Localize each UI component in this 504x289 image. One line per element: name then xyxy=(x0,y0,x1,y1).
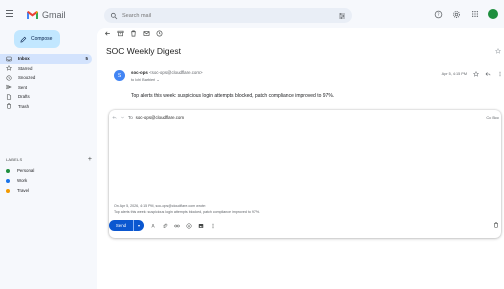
svg-text:?: ? xyxy=(437,12,439,17)
sidebar-item-label: Starred xyxy=(18,65,33,71)
sidebar-item-trash[interactable]: Trash xyxy=(0,102,92,112)
sidebar-item-label: Inbox xyxy=(18,56,30,62)
to-prefix: To xyxy=(128,115,133,120)
star-icon[interactable] xyxy=(473,71,479,77)
gmail-m-icon xyxy=(27,11,38,19)
search-bar[interactable] xyxy=(104,8,352,23)
print-icon[interactable] xyxy=(495,48,501,54)
label-name: Personal xyxy=(17,168,35,173)
sidebar-item-label: Drafts xyxy=(18,94,30,100)
label-name: Work xyxy=(17,178,28,183)
inbox-icon xyxy=(6,56,12,62)
send-label: Send xyxy=(115,223,127,228)
labels-heading: LABELS xyxy=(6,157,23,162)
sidebar-item-drafts[interactable]: Drafts xyxy=(0,92,92,102)
message-date: Apr 5, 4:15 PM xyxy=(441,72,467,76)
message-meta: Apr 5, 4:15 PM xyxy=(442,71,503,77)
message-subject: SOC Weekly Digest xyxy=(106,46,181,56)
sender-name: soc-ops xyxy=(131,70,148,75)
send-icon xyxy=(6,84,12,90)
gmail-logo[interactable]: Gmail xyxy=(26,10,66,20)
sidebar-item-label: Sent xyxy=(18,84,28,90)
sender-avatar[interactable]: S xyxy=(114,70,125,81)
emoji-icon[interactable] xyxy=(186,223,192,229)
send-options-icon[interactable]: ▾ xyxy=(133,220,144,231)
cc-bcc-link[interactable]: Cc Bcc xyxy=(486,115,499,120)
recipient-details[interactable]: to Ichi Barbieri ⌄ xyxy=(131,77,160,82)
archive-icon[interactable] xyxy=(117,30,124,37)
sidebar-item-label: Snoozed xyxy=(18,75,36,81)
formatting-icon[interactable]: A xyxy=(150,223,156,229)
snooze-icon[interactable] xyxy=(156,30,163,37)
search-input[interactable] xyxy=(122,12,338,19)
chevron-down-icon[interactable] xyxy=(120,115,125,120)
svg-text:A: A xyxy=(151,223,155,229)
clock-icon xyxy=(6,75,12,81)
app-name: Gmail xyxy=(42,10,66,20)
unread-count: 5 xyxy=(85,56,88,62)
attach-icon[interactable] xyxy=(162,223,168,229)
reply-composer: To soc-ops@cloudflare.com Cc Bcc On Apr … xyxy=(109,110,501,238)
sidebar-item-snoozed[interactable]: Snoozed xyxy=(0,73,92,83)
add-label-icon[interactable]: + xyxy=(88,156,92,163)
compose-label: Compose xyxy=(31,36,53,42)
sidebar-item-inbox[interactable]: Inbox 5 xyxy=(0,54,92,64)
back-arrow-icon[interactable] xyxy=(104,30,111,37)
label-personal[interactable]: Personal xyxy=(6,168,34,173)
compose-button[interactable]: Compose xyxy=(14,30,60,48)
search-options-icon[interactable] xyxy=(338,12,346,20)
account-avatar[interactable] xyxy=(488,9,498,19)
nav-list: Inbox 5 Starred Snoozed Sent Drafts Tras… xyxy=(0,54,96,111)
quote-body: Top alerts this week: suspicious login a… xyxy=(114,209,261,214)
reply-icon[interactable] xyxy=(112,115,117,120)
sidebar-item-sent[interactable]: Sent xyxy=(0,83,92,93)
reply-icon[interactable] xyxy=(485,71,491,77)
sender-line: soc-ops <soc-ops@cloudflare.com> xyxy=(131,70,203,75)
trash-icon xyxy=(7,103,11,109)
message-toolbar xyxy=(104,30,163,37)
more-vert-icon[interactable] xyxy=(497,71,503,77)
apps-grid-icon[interactable] xyxy=(470,10,479,19)
delete-icon[interactable] xyxy=(130,30,137,37)
draft-icon xyxy=(6,94,12,100)
label-travel[interactable]: Travel xyxy=(6,188,29,193)
sidebar-item-label: Trash xyxy=(18,103,30,109)
label-color-dot xyxy=(6,188,10,193)
search-icon[interactable] xyxy=(110,12,118,20)
more-vert-icon[interactable] xyxy=(210,223,216,229)
settings-icon[interactable] xyxy=(452,10,461,19)
top-bar: Gmail ? xyxy=(0,0,504,30)
label-name: Travel xyxy=(17,188,30,193)
main-menu-icon[interactable] xyxy=(6,10,16,20)
mark-unread-icon[interactable] xyxy=(143,30,150,37)
link-icon[interactable] xyxy=(174,223,180,229)
sidebar-item-starred[interactable]: Starred xyxy=(0,64,92,74)
sender-email: <soc-ops@cloudflare.com> xyxy=(149,70,203,75)
message-body: Top alerts this week: suspicious login a… xyxy=(131,93,335,99)
labels-header: LABELS + xyxy=(6,156,92,163)
message-view: SOC Weekly Digest S soc-ops <soc-ops@clo… xyxy=(97,28,504,289)
star-icon xyxy=(6,65,12,72)
quoted-text: On Apr 5, 2026, 4:15 PM, soc-ops@cloudfl… xyxy=(114,204,260,215)
pencil-icon xyxy=(20,36,27,42)
label-work[interactable]: Work xyxy=(6,178,27,183)
discard-draft-icon[interactable] xyxy=(493,222,499,228)
insert-photo-icon[interactable] xyxy=(198,223,204,229)
header-actions: ? xyxy=(434,9,498,19)
reply-header: To soc-ops@cloudflare.com xyxy=(112,115,184,120)
reply-actions: Send ▾ A xyxy=(109,220,216,231)
help-icon[interactable]: ? xyxy=(434,10,443,19)
label-color-dot xyxy=(6,168,10,173)
send-button[interactable]: Send ▾ xyxy=(109,220,144,231)
sidebar: Compose Inbox 5 Starred Snoozed Sent Dra… xyxy=(0,30,96,289)
recipient-chip[interactable]: soc-ops@cloudflare.com xyxy=(136,115,184,120)
label-color-dot xyxy=(6,178,10,183)
